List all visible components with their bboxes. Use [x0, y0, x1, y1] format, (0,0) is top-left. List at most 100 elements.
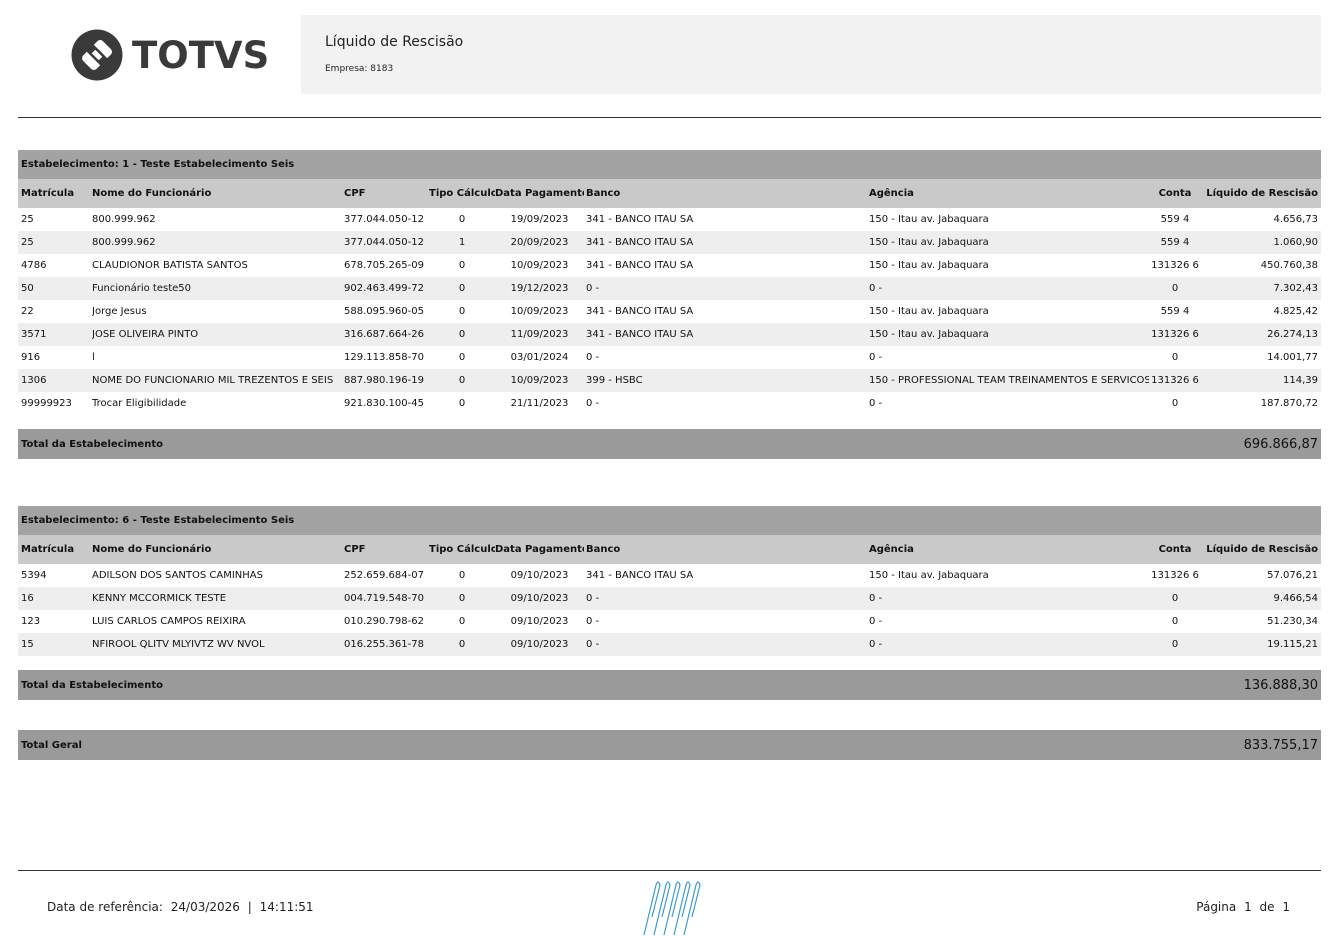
cell-agencia: 0 - — [869, 639, 883, 650]
ref-label: Data de referência: — [47, 900, 163, 914]
cell-agencia: 150 - Itau av. Jabaquara — [869, 260, 989, 271]
cell-nome: Funcionário teste50 — [92, 283, 192, 294]
table-row: 916 l 129.113.858-70 0 03/01/2024 0 - 0 - 0 14.0… — [18, 346, 1321, 369]
col-agencia: Agência — [869, 544, 914, 555]
cell-nome: ADILSON DOS SANTOS CAMINHAS — [92, 570, 263, 581]
cell-banco: 341 - BANCO ITAU SA — [586, 329, 694, 340]
cell-agencia: 150 - Itau av. Jabaquara — [869, 306, 989, 317]
establishment-total-1: Total da Estabelecimento 696.866,87 — [18, 429, 1321, 459]
cell-conta: 559 4 — [1160, 214, 1190, 225]
col-nome: Nome do Funcionário — [92, 188, 212, 199]
cell-conta: 131326 6 — [1151, 570, 1199, 581]
table-row: 15 NFIROOL QLITV MLYIVTZ WV NVOL 016.255.3… — [18, 633, 1321, 656]
cell-conta: 559 4 — [1160, 306, 1190, 317]
cell-banco: 341 - BANCO ITAU SA — [586, 237, 694, 248]
cell-conta: 131326 6 — [1151, 260, 1199, 271]
table-row: 22 Jorge Jesus 588.095.960-05 0 10/09/2023 34… — [18, 300, 1321, 323]
table-row: 16 KENNY MCCORMICK TESTE 004.719.548-70 0 09… — [18, 587, 1321, 610]
col-data: Data Pagamento — [495, 544, 584, 555]
cell-cpf: 252.659.684-07 — [344, 570, 424, 581]
cell-liquido: 4.656,73 — [1273, 214, 1318, 225]
cell-cpf: 921.830.100-45 — [344, 398, 424, 409]
col-agencia: Agência — [869, 188, 914, 199]
cell-tipo: 0 — [458, 398, 466, 409]
ref-date: 24/03/2026 — [170, 900, 240, 914]
col-nome: Nome do Funcionário — [92, 544, 212, 555]
cell-matricula: 99999923 — [21, 398, 72, 409]
grand-total-label: Total Geral — [21, 739, 82, 751]
cell-agencia: 0 - — [869, 398, 883, 409]
table-row: 25 800.999.962 377.044.050-12 0 19/09/2023 34… — [18, 208, 1321, 231]
col-tipo: Tipo Cálculo — [429, 188, 495, 199]
cell-nome: NOME DO FUNCIONARIO MIL TREZENTOS E SEIS — [92, 375, 334, 386]
cell-liquido: 19.115,21 — [1267, 639, 1318, 650]
establishment-section-1: Estabelecimento: 1 - Teste Estabelecimen… — [18, 150, 1321, 415]
cell-nome: JOSE OLIVEIRA PINTO — [92, 329, 199, 340]
cell-conta: 131326 6 — [1151, 375, 1199, 386]
cell-tipo: 1 — [458, 237, 466, 248]
cell-data: 09/10/2023 — [510, 593, 569, 604]
cell-liquido: 57.076,21 — [1267, 570, 1318, 581]
cell-liquido: 450.760,38 — [1260, 260, 1318, 271]
report-title: Líquido de Rescisão — [325, 34, 464, 50]
cell-tipo: 0 — [458, 593, 466, 604]
cell-liquido: 9.466,54 — [1273, 593, 1318, 604]
cell-conta: 131326 6 — [1151, 329, 1199, 340]
cell-tipo: 0 — [458, 639, 466, 650]
cell-conta: 0 — [1171, 283, 1179, 294]
table-row: 99999923 Trocar Eligibilidade 921.830.100-… — [18, 392, 1321, 415]
col-cpf: CPF — [344, 544, 366, 555]
column-header-row: Matrícula Nome do Funcionário CPF Tipo C… — [18, 535, 1321, 564]
cell-banco: 0 - — [586, 639, 600, 650]
cell-tipo: 0 — [458, 260, 466, 271]
cell-matricula: 123 — [21, 616, 41, 627]
cell-matricula: 25 — [21, 237, 34, 248]
col-liquido: Líquido de Rescisão — [1206, 544, 1318, 555]
cell-data: 21/11/2023 — [510, 398, 569, 409]
cell-data: 09/10/2023 — [510, 570, 569, 581]
total-value: 136.888,30 — [1243, 677, 1318, 693]
cell-agencia: 150 - Itau av. Jabaquara — [869, 329, 989, 340]
cell-banco: 399 - HSBC — [586, 375, 643, 386]
table-row: 3571 JOSE OLIVEIRA PINTO 316.687.664-26 0 11… — [18, 323, 1321, 346]
totvs-watermark-icon — [643, 881, 701, 936]
cell-cpf: 902.463.499-72 — [344, 283, 424, 294]
page-label: Página — [1196, 900, 1237, 914]
cell-matricula: 25 — [21, 214, 34, 225]
cell-liquido: 1.060,90 — [1273, 237, 1318, 248]
cell-data: 09/10/2023 — [510, 616, 569, 627]
cell-agencia: 0 - — [869, 352, 883, 363]
cell-data: 10/09/2023 — [510, 306, 569, 317]
cell-data: 09/10/2023 — [510, 639, 569, 650]
cell-tipo: 0 — [458, 352, 466, 363]
footer-divider — [18, 870, 1321, 871]
establishment-section-2: Estabelecimento: 6 - Teste Estabelecimen… — [18, 506, 1321, 656]
cell-matricula: 16 — [21, 593, 34, 604]
cell-liquido: 51.230,34 — [1267, 616, 1318, 627]
total-label: Total da Estabelecimento — [21, 438, 163, 450]
cell-conta: 559 4 — [1160, 237, 1190, 248]
cell-conta: 0 — [1171, 639, 1179, 650]
cell-nome: CLAUDIONOR BATISTA SANTOS — [92, 260, 248, 271]
cell-matricula: 1306 — [21, 375, 47, 386]
cell-liquido: 26.274,13 — [1267, 329, 1318, 340]
cell-banco: 0 - — [586, 352, 600, 363]
cell-liquido: 187.870,72 — [1260, 398, 1318, 409]
cell-banco: 341 - BANCO ITAU SA — [586, 214, 694, 225]
establishment-total-2: Total da Estabelecimento 136.888,30 — [18, 670, 1321, 700]
cell-cpf: 678.705.265-09 — [344, 260, 424, 271]
table-row: 1306 NOME DO FUNCIONARIO MIL TREZENTOS E … — [18, 369, 1321, 392]
company-label: Empresa: 8183 — [325, 64, 394, 74]
cell-agencia: 150 - Itau av. Jabaquara — [869, 214, 989, 225]
cell-data: 03/01/2024 — [510, 352, 569, 363]
table-body: 5394 ADILSON DOS SANTOS CAMINHAS 252.659.6… — [18, 564, 1321, 656]
cell-data: 19/12/2023 — [510, 283, 569, 294]
cell-matricula: 916 — [21, 352, 41, 363]
cell-nome: 800.999.962 — [92, 237, 156, 248]
cell-matricula: 15 — [21, 639, 34, 650]
cell-nome: NFIROOL QLITV MLYIVTZ WV NVOL — [92, 639, 265, 650]
col-tipo: Tipo Cálculo — [429, 544, 495, 555]
cell-data: 11/09/2023 — [510, 329, 569, 340]
table-row: 5394 ADILSON DOS SANTOS CAMINHAS 252.659.6… — [18, 564, 1321, 587]
cell-conta: 0 — [1171, 593, 1179, 604]
